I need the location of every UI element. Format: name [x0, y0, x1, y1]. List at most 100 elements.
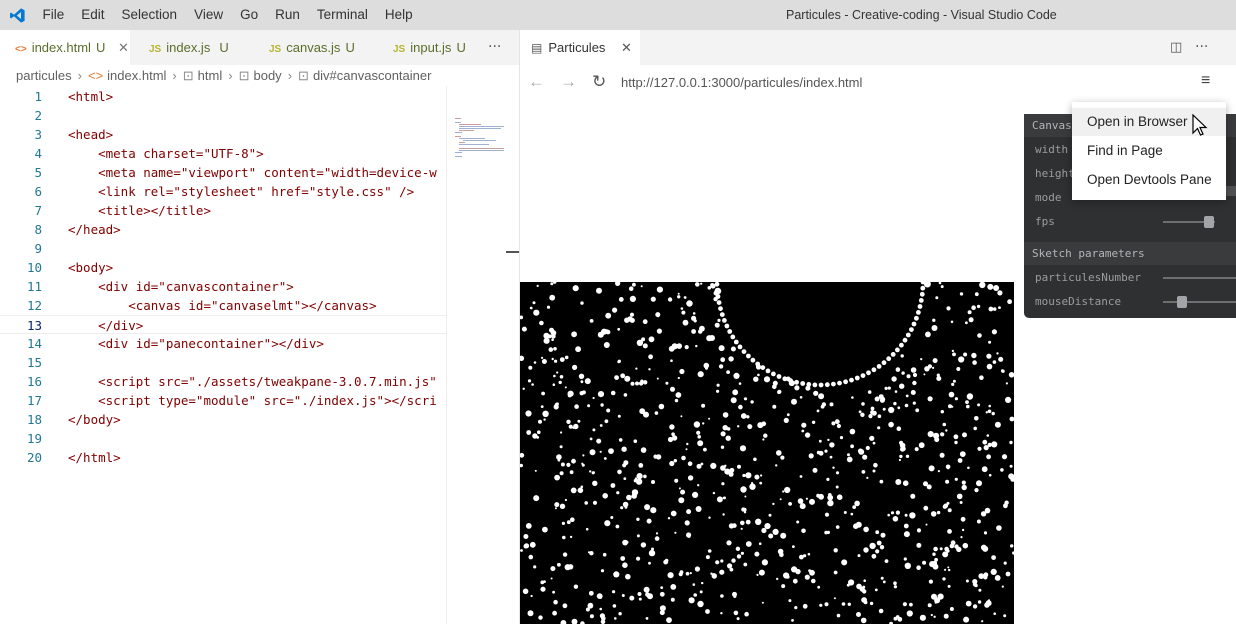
- code-text: </body>: [68, 412, 121, 427]
- chevron-right-icon: ›: [172, 68, 177, 83]
- mousedistance-slider-track[interactable]: [1163, 301, 1236, 303]
- close-icon[interactable]: ✕: [621, 40, 632, 55]
- pane-folder-sketch[interactable]: Sketch parameters: [1024, 242, 1236, 265]
- code-text: <link rel="stylesheet" href="style.css" …: [68, 184, 415, 199]
- tab-index-js[interactable]: JS index.js U: [131, 30, 251, 65]
- url-input[interactable]: http://127.0.0.1:3000/particules/index.h…: [621, 75, 862, 90]
- code-line[interactable]: 12 <canvas id="canvaselmt"></canvas>: [0, 296, 446, 315]
- code-line[interactable]: 10 <body>: [0, 258, 446, 277]
- minimap-line: [459, 150, 504, 151]
- minimap-line: [459, 128, 501, 129]
- minimap-line: [459, 148, 504, 149]
- back-arrow-icon[interactable]: ←: [528, 71, 545, 93]
- tab-input-js[interactable]: JS input.js U: [376, 30, 480, 65]
- menu-terminal[interactable]: Terminal: [308, 0, 376, 30]
- menu-view[interactable]: View: [186, 0, 232, 30]
- code-text: <canvas id="canvaselmt"></canvas>: [68, 298, 377, 313]
- menu-edit[interactable]: Edit: [73, 0, 113, 30]
- code-line[interactable]: 16 <script src="./assets/tweakpane-3.0.7…: [0, 372, 446, 391]
- menu-file[interactable]: File: [34, 0, 73, 30]
- code-line[interactable]: 17 <script type="module" src="./index.js…: [0, 391, 446, 410]
- chevron-right-icon: ›: [77, 68, 82, 83]
- js-file-icon: JS: [149, 44, 162, 55]
- minimap-line: [459, 126, 504, 127]
- code-line[interactable]: 2: [0, 106, 446, 125]
- more-actions-icon[interactable]: ···: [488, 30, 501, 65]
- code-line[interactable]: 4 <meta charset="UTF-8">: [0, 144, 446, 163]
- menu-item-open-devtools-pane[interactable]: Open Devtools Pane: [1072, 166, 1226, 194]
- code-text: </head>: [68, 222, 121, 237]
- menu-go[interactable]: Go: [232, 0, 267, 30]
- line-number: 19: [26, 431, 42, 446]
- line-number: 6: [34, 184, 42, 199]
- code-line[interactable]: 19: [0, 429, 446, 448]
- more-actions-icon[interactable]: ···: [1195, 30, 1208, 65]
- tab-status: U: [219, 40, 229, 55]
- breadcrumb-file[interactable]: index.html: [107, 68, 166, 83]
- scrollbar-marker: [506, 251, 519, 253]
- pane-row-fps: fps: [1024, 210, 1236, 234]
- title-bar: File Edit Selection View Go Run Terminal…: [0, 0, 1236, 30]
- minimap-line: [459, 138, 485, 139]
- code-text: <html>: [68, 89, 114, 104]
- code-editor[interactable]: 1 <html> 2 3 <head> 4 <meta charset="UTF-8"> 5…: [0, 86, 446, 624]
- minimap[interactable]: [446, 86, 519, 624]
- menu-run[interactable]: Run: [267, 0, 309, 30]
- vscode-logo-icon: [10, 8, 25, 23]
- breadcrumb: particules › <> index.html › ⊡ html › ⊡ body › ⊡ div…: [16, 68, 446, 84]
- minimap-line: [463, 140, 496, 141]
- breadcrumb-div[interactable]: div#canvascontainer: [313, 68, 432, 83]
- breadcrumb-html[interactable]: html: [198, 68, 223, 83]
- code-line[interactable]: 20 </html>: [0, 448, 446, 467]
- preview-icon: ▤: [531, 41, 543, 55]
- tab-status: U: [95, 40, 106, 55]
- line-number: 4: [34, 146, 42, 161]
- line-number: 15: [26, 355, 42, 370]
- line-number: 16: [26, 374, 42, 389]
- tab-preview[interactable]: ▤ Particules ✕: [520, 30, 640, 65]
- menu-help[interactable]: Help: [376, 0, 421, 30]
- mousedistance-slider-knob[interactable]: [1177, 296, 1187, 308]
- code-line[interactable]: 18 </body>: [0, 410, 446, 429]
- line-number: 2: [34, 108, 42, 123]
- code-line[interactable]: 3 <head>: [0, 125, 446, 144]
- breadcrumb-body[interactable]: body: [253, 68, 281, 83]
- fps-slider-knob[interactable]: [1204, 216, 1214, 228]
- reload-icon[interactable]: ↻: [592, 71, 606, 93]
- menu-item-find-in-page[interactable]: Find in Page: [1072, 137, 1226, 165]
- pane-row-particulesnumber: particulesNumber: [1024, 266, 1236, 290]
- line-number: 10: [26, 260, 42, 275]
- code-line[interactable]: 13 </div>: [0, 315, 446, 334]
- close-icon[interactable]: ✕: [118, 40, 129, 55]
- menu-selection[interactable]: Selection: [113, 0, 186, 30]
- code-text: <div id="canvascontainer">: [68, 279, 294, 294]
- tab-index-html[interactable]: <> index.html U ✕: [0, 30, 130, 65]
- element-icon: ⊡: [182, 68, 194, 83]
- line-number: 5: [34, 165, 42, 180]
- code-line[interactable]: 9: [0, 239, 446, 258]
- line-number: 7: [34, 203, 42, 218]
- code-line[interactable]: 14 <div id="panecontainer"></div>: [0, 334, 446, 353]
- split-editor-icon[interactable]: ◫: [1170, 30, 1182, 65]
- code-line[interactable]: 6 <link rel="stylesheet" href="style.css…: [0, 182, 446, 201]
- code-line[interactable]: 7 <title></title>: [0, 201, 446, 220]
- code-line[interactable]: 15: [0, 353, 446, 372]
- code-line[interactable]: 1 <html>: [0, 87, 446, 106]
- forward-arrow-icon[interactable]: →: [560, 71, 577, 93]
- code-line[interactable]: 11 <div id="canvascontainer">: [0, 277, 446, 296]
- minimap-line: [455, 152, 462, 153]
- particle-canvas[interactable]: [520, 282, 1014, 624]
- code-text: <script src="./assets/tweakpane-3.0.7.mi…: [68, 374, 437, 389]
- code-line[interactable]: 5 <meta name="viewport" content="width=d…: [0, 163, 446, 182]
- line-number: 18: [26, 412, 42, 427]
- code-text: </div>: [68, 318, 144, 333]
- tab-canvas-js[interactable]: JS canvas.js U: [252, 30, 375, 65]
- hamburger-menu-icon[interactable]: ≡: [1201, 72, 1210, 90]
- code-line[interactable]: 8 </head>: [0, 220, 446, 239]
- breadcrumb-folder[interactable]: particules: [16, 68, 72, 83]
- line-number: 13: [26, 318, 42, 333]
- element-icon: ⊡: [238, 68, 250, 83]
- line-number: 20: [26, 450, 42, 465]
- particules-slider-track[interactable]: [1163, 277, 1236, 279]
- minimap-line: [455, 156, 462, 157]
